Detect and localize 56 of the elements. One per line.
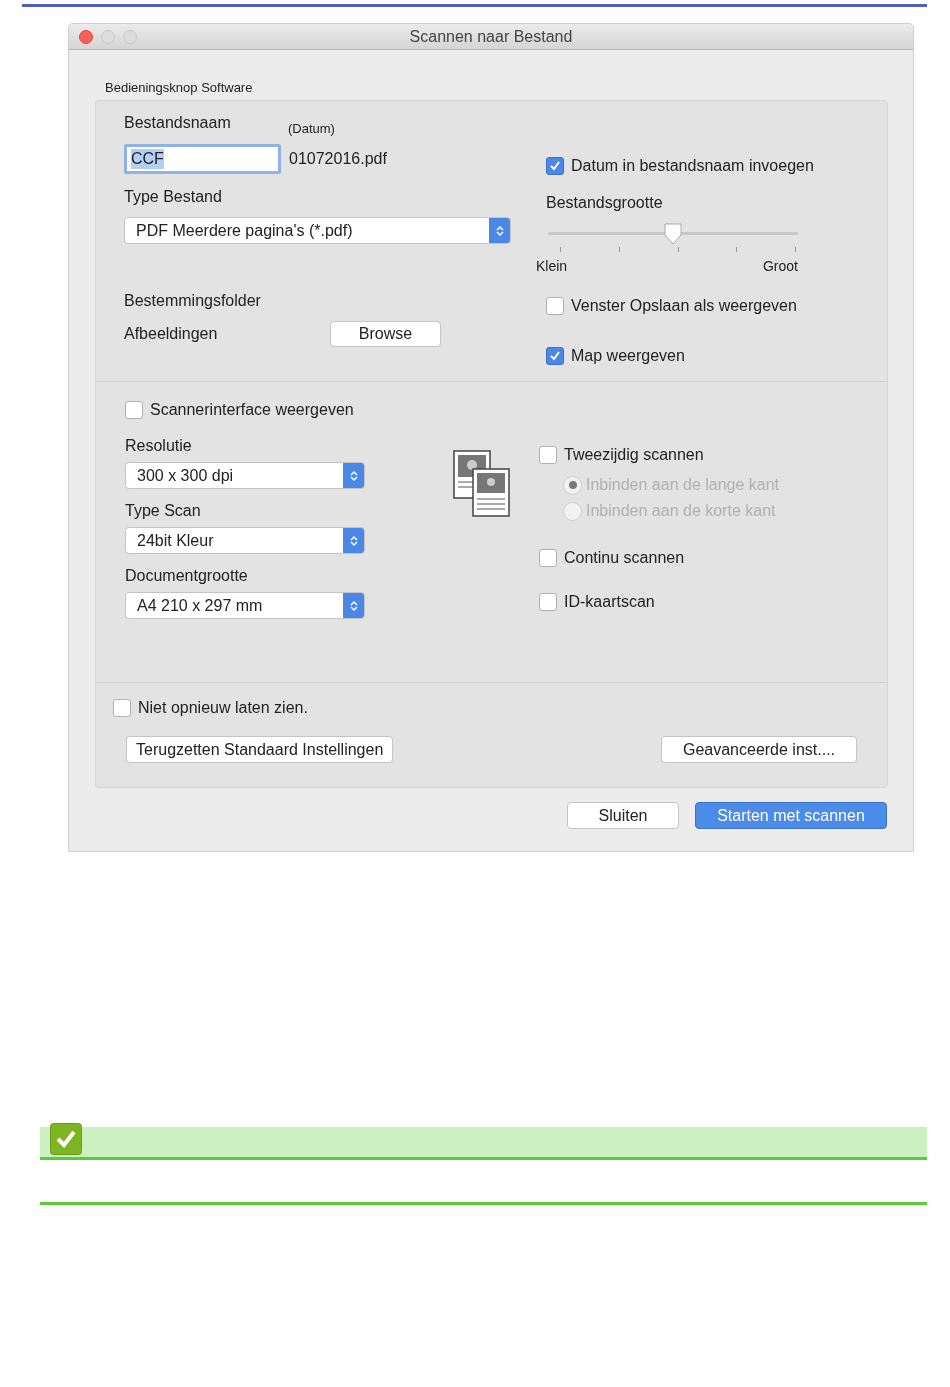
slider-thumb[interactable]	[663, 223, 683, 245]
checkbox-label: Map weergeven	[571, 346, 685, 366]
file-type-select[interactable]: PDF Meerdere pagina's (*.pdf)	[124, 217, 511, 244]
filename-field[interactable]: CCF	[124, 144, 281, 174]
minimize-icon[interactable]	[101, 30, 115, 44]
checkbox[interactable]	[546, 297, 564, 315]
field-label: Bestandsnaam	[124, 113, 232, 133]
stepper-icon	[343, 528, 364, 553]
duplex-pages-icon	[453, 450, 510, 517]
tick-mark	[795, 247, 796, 252]
window-title: Scannen naar Bestand	[409, 26, 573, 47]
zoom-icon[interactable]	[123, 30, 137, 44]
checkbox-label: Continu scannen	[564, 548, 685, 568]
checkbox[interactable]	[113, 699, 131, 717]
tick-mark	[736, 247, 738, 252]
reset-button[interactable]: Terugzetten Standaard Instellingen	[126, 736, 394, 763]
tick-mark	[560, 247, 561, 252]
stepper-icon	[343, 593, 364, 618]
dropdown[interactable]: 300 x 300 dpi	[125, 462, 365, 489]
stepper-icon	[343, 463, 364, 488]
checkbox[interactable]	[546, 347, 564, 365]
tick-mark	[618, 247, 620, 252]
field-label: Bestemmingsfolder	[124, 291, 261, 311]
field-label: Resolutie	[125, 436, 192, 456]
checkbox-label: Datum in bestandsnaam invoegen	[571, 156, 814, 176]
checkbox-label: Scannerinterface weergeven	[150, 400, 354, 420]
checkbox-label: Niet opnieuw laten zien.	[138, 698, 308, 718]
check-icon	[549, 160, 561, 172]
slider-max-label: Groot	[763, 258, 798, 274]
checkbox-label: Tweezijdig scannen	[564, 445, 704, 465]
field-label: Type Scan	[125, 501, 201, 521]
dropdown[interactable]: 24bit Kleur	[125, 527, 365, 554]
slider-min-label: Klein	[536, 258, 568, 274]
close-button[interactable]: Sluiten	[567, 802, 679, 829]
browse-button[interactable]: Browse	[330, 321, 441, 347]
field-label: Documentgrootte	[125, 566, 248, 586]
check-icon	[549, 350, 561, 362]
stepper-icon	[489, 218, 510, 243]
folder-text: Afbeeldingen	[124, 324, 219, 344]
checkbox-label: ID-kaartscan	[564, 592, 655, 612]
field-label: Bestandsgrootte	[546, 193, 663, 213]
checkbox[interactable]	[539, 446, 557, 464]
group-label: Bedieningsknop Software	[105, 80, 253, 96]
dropdown[interactable]: A4 210 x 297 mm	[125, 592, 365, 619]
field-label: Type Bestand	[124, 187, 222, 207]
advanced-button[interactable]: Geavanceerde inst....	[661, 736, 857, 763]
checkbox[interactable]	[539, 593, 557, 611]
close-icon[interactable]	[79, 30, 93, 44]
checkbox[interactable]	[546, 157, 564, 175]
checkbox-label: Venster Opslaan als weergeven	[571, 296, 797, 316]
date-label: (Datum)	[288, 121, 335, 137]
checkbox[interactable]	[539, 549, 557, 567]
check-icon	[50, 1123, 82, 1155]
date-text: 01072016.pdf	[289, 149, 387, 169]
tick-mark	[677, 247, 679, 252]
checkbox[interactable]	[125, 401, 143, 419]
